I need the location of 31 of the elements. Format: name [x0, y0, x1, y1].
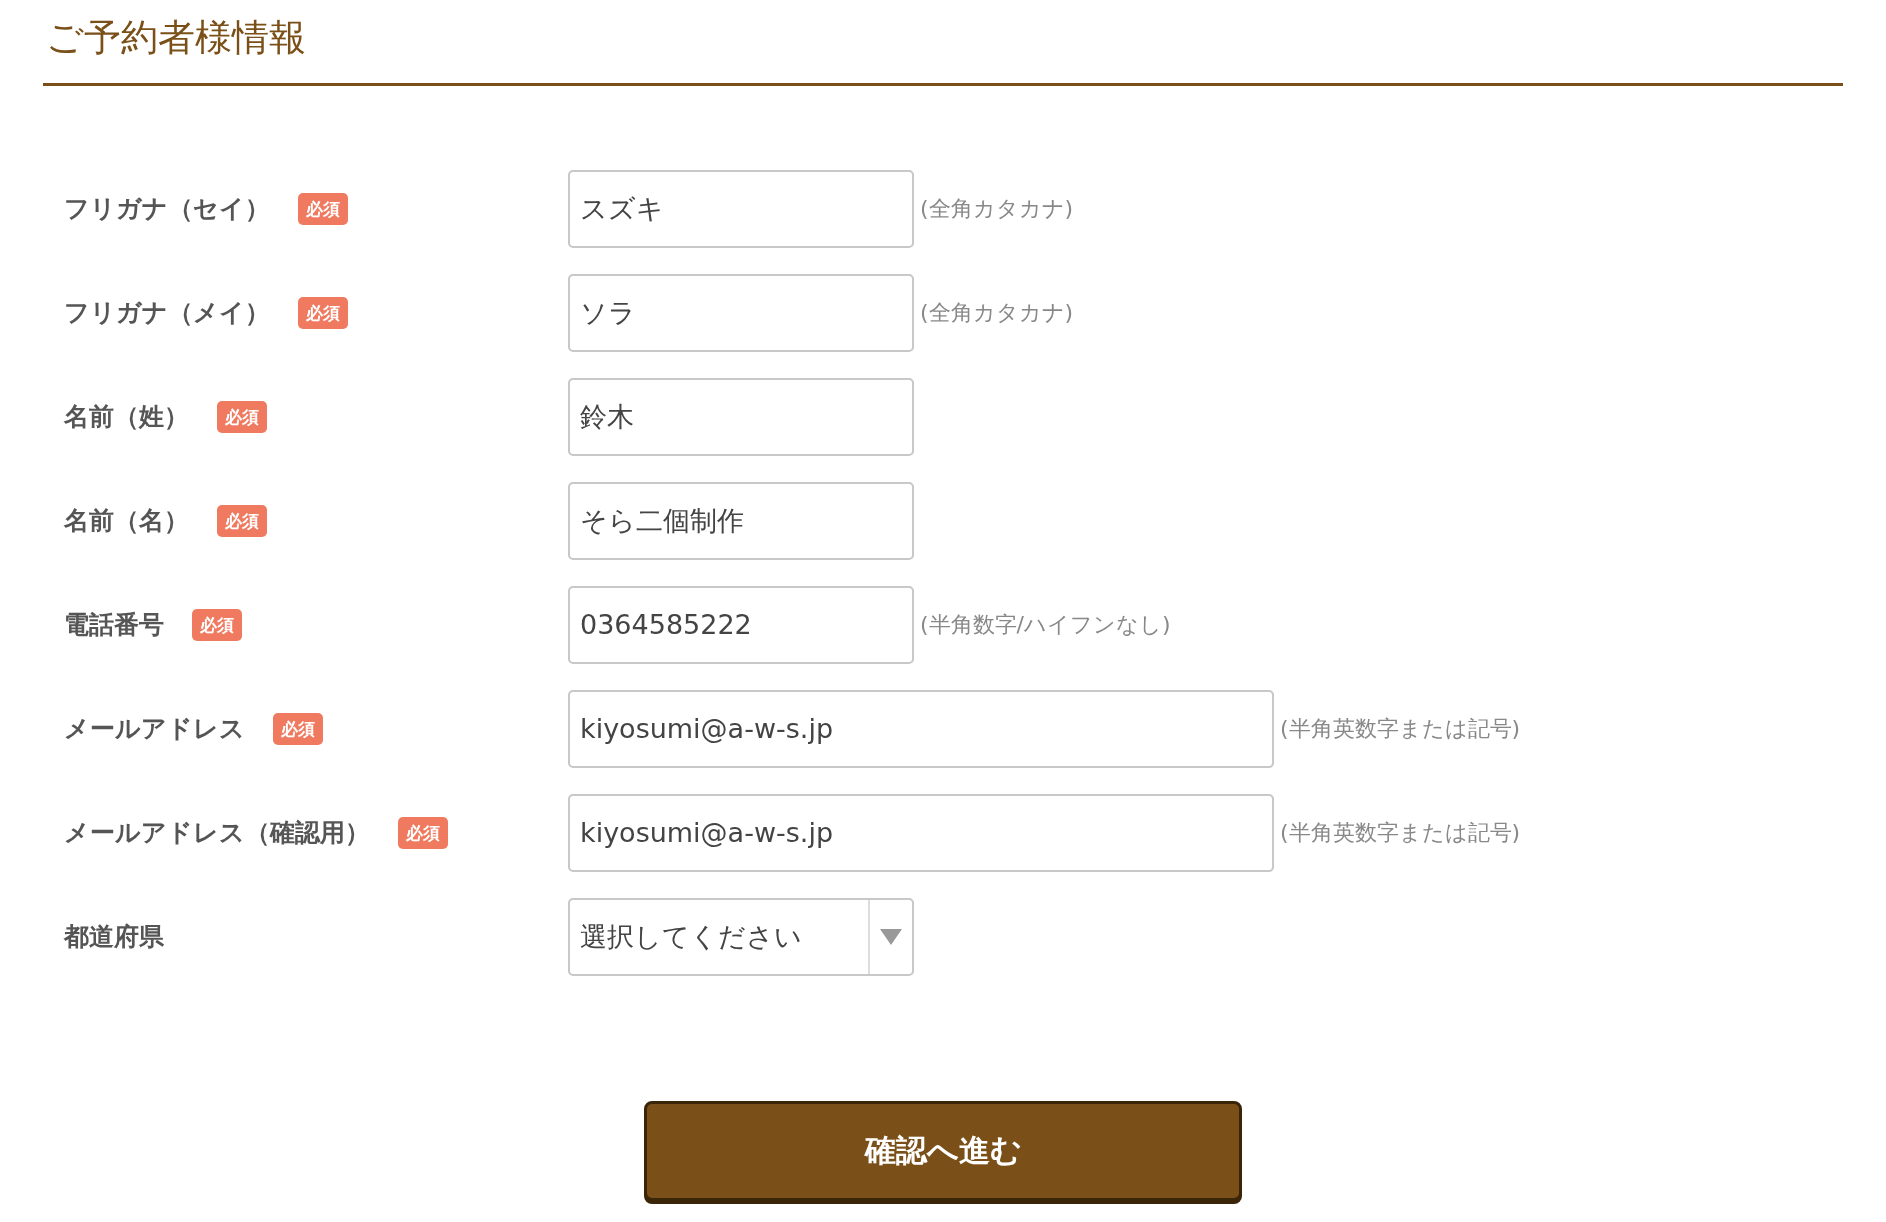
required-badge: 必須 [298, 192, 348, 225]
field-label: フリガナ（メイ） [64, 297, 270, 330]
required-badge: 必須 [217, 504, 267, 537]
required-badge: 必須 [192, 608, 242, 641]
input-field[interactable]: そら二個制作 [568, 481, 914, 560]
required-badge: 必須 [398, 816, 448, 849]
input-field[interactable]: ソラ [568, 273, 914, 352]
input-hint: (半角英数字または記号) [1280, 714, 1521, 743]
field-label: 都道府県 [64, 921, 164, 954]
required-badge: 必須 [273, 712, 323, 745]
confirm-button[interactable]: 確認へ進む [644, 1100, 1242, 1201]
input-field[interactable]: kiyosumi@a-w-s.jp [568, 689, 1274, 768]
field-label: フリガナ（セイ） [64, 193, 270, 226]
field-label: 名前（姓） [64, 401, 189, 434]
field-label: 名前（名） [64, 505, 189, 538]
input-hint: (半角英数字または記号) [1280, 818, 1521, 847]
input-field[interactable]: スズキ [568, 169, 914, 248]
field-label: メールアドレス [64, 713, 245, 746]
required-badge: 必須 [298, 296, 348, 329]
input-field[interactable]: kiyosumi@a-w-s.jp [568, 793, 1274, 872]
input-field[interactable]: 鈴木 [568, 377, 914, 456]
input-hint: (半角数字/ハイフンなし) [920, 610, 1171, 639]
input-field[interactable]: 0364585222 [568, 585, 914, 664]
input-hint: (全角カタカナ) [920, 194, 1074, 223]
field-label: 電話番号 [64, 609, 164, 642]
field-label: メールアドレス（確認用） [64, 817, 370, 850]
required-badge: 必須 [217, 400, 267, 433]
prefecture-select[interactable]: 選択してください [568, 897, 914, 976]
section-title: ご予約者様情報 [46, 18, 306, 59]
input-hint: (全角カタカナ) [920, 298, 1074, 327]
dropdown-triangle-icon [880, 928, 902, 945]
